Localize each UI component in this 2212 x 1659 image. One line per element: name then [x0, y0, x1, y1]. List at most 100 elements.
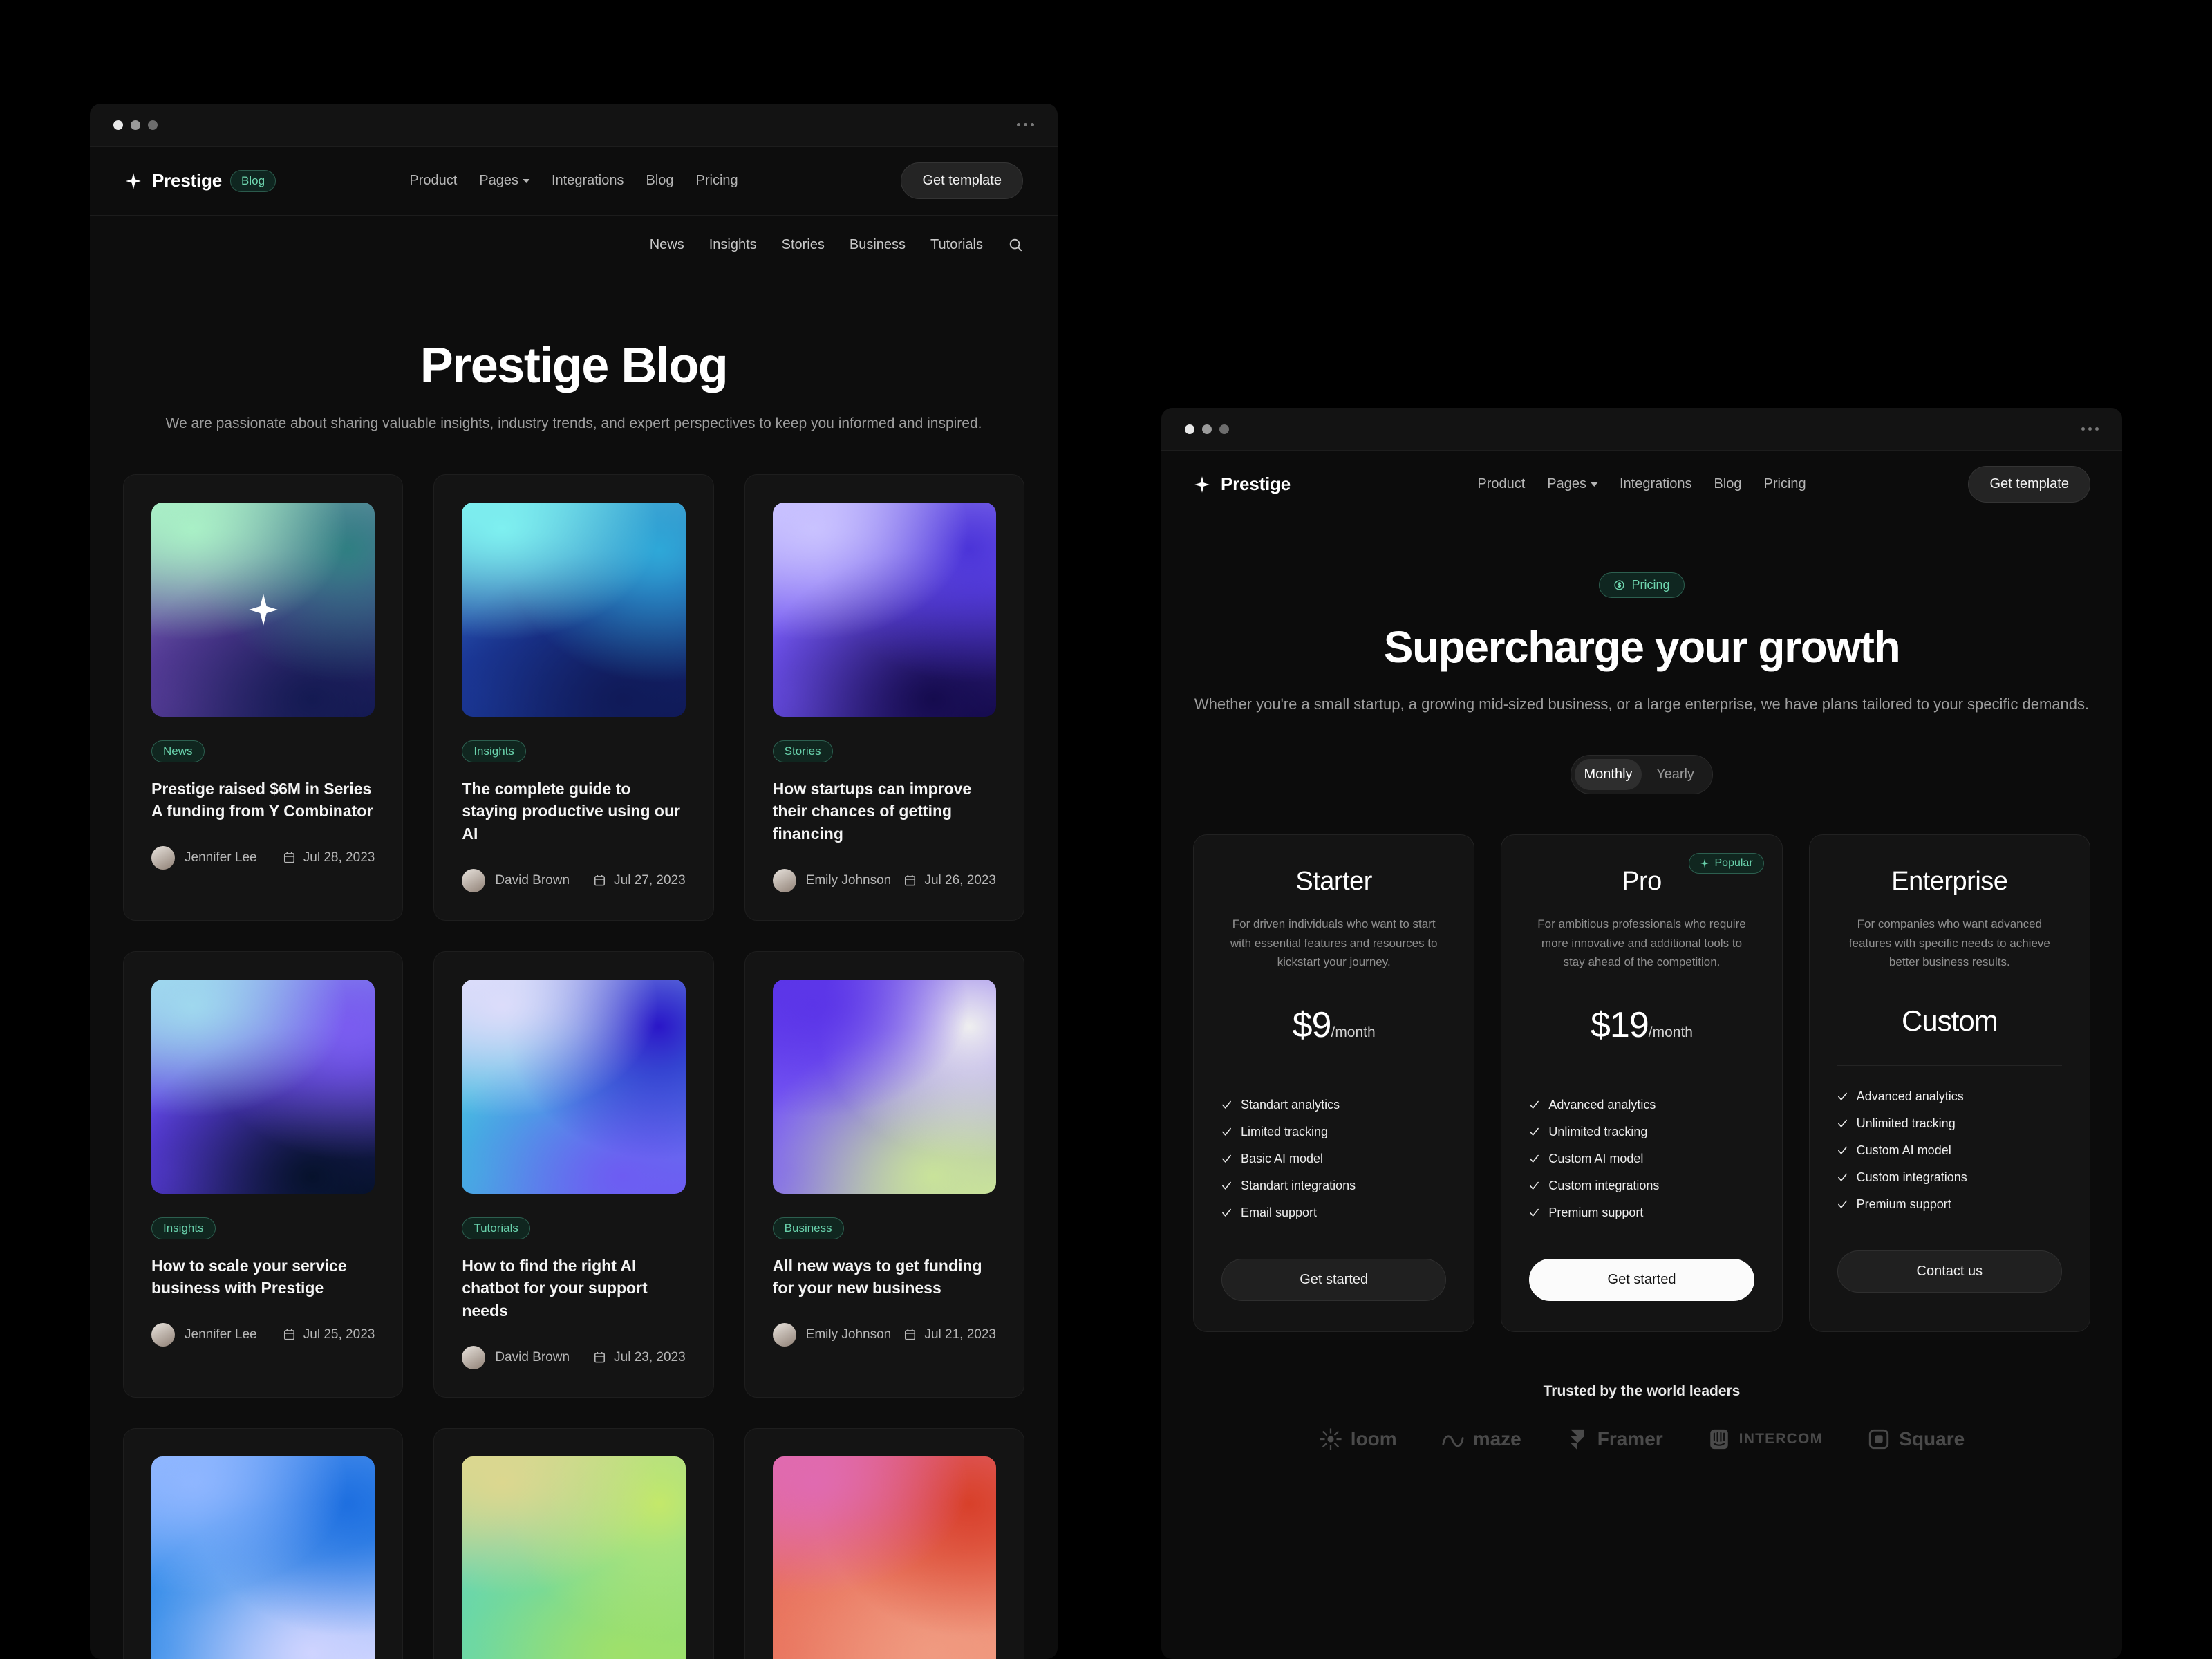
chevron-down-icon [1590, 482, 1597, 487]
check-icon [1530, 1154, 1539, 1163]
blog-site-nav: Prestige Blog Product Pages Integrations… [90, 147, 1058, 216]
plan-description: For companies who want advanced features… [1848, 917, 2050, 969]
author-name: Emily Johnson [805, 872, 892, 888]
get-template-button[interactable]: Get template [1968, 466, 2090, 503]
blog-post-card[interactable]: StoriesHook your audience on social with… [744, 1427, 1024, 1659]
maximize-dot[interactable] [1219, 424, 1229, 434]
blog-browser-window: Prestige Blog Product Pages Integrations… [90, 104, 1058, 1659]
window-controls[interactable] [1185, 424, 1229, 434]
blog-post-card[interactable]: TutorialsThe art of storytelling and why… [433, 1427, 714, 1659]
maximize-dot[interactable] [148, 120, 158, 130]
kebab-icon[interactable] [1017, 123, 1034, 126]
plan-feature-label: Limited tracking [1241, 1125, 1329, 1139]
plan-name: Starter [1295, 867, 1372, 897]
plan-cta-button[interactable]: Contact us [1837, 1250, 2062, 1293]
plan-feature-label: Standart integrations [1241, 1179, 1356, 1193]
check-icon [1530, 1127, 1539, 1136]
toggle-yearly[interactable]: Yearly [1642, 759, 1709, 790]
post-category-tag: Stories [772, 740, 833, 762]
category-stories[interactable]: Stories [782, 237, 825, 253]
minimize-dot[interactable] [1202, 424, 1212, 434]
pricing-browser-window: Prestige Product Pages Integrations Blog… [1161, 408, 2122, 1659]
check-icon [1837, 1200, 1847, 1208]
nav-product[interactable]: Product [409, 173, 457, 189]
pricing-site-nav: Prestige Product Pages Integrations Blog… [1161, 451, 2122, 518]
post-date-label: Jul 26, 2023 [924, 872, 996, 888]
minimize-dot[interactable] [131, 120, 140, 130]
post-meta: David Brown Jul 23, 2023 [462, 1345, 686, 1369]
post-date-label: Jul 23, 2023 [614, 1349, 686, 1365]
plan-cta-button[interactable]: Get started [1221, 1259, 1447, 1302]
get-template-button[interactable]: Get template [901, 162, 1023, 199]
check-icon [1530, 1208, 1539, 1217]
post-author: Jennifer Lee [151, 1322, 257, 1347]
nav-blog[interactable]: Blog [646, 173, 674, 189]
avatar [772, 1322, 796, 1347]
plan-feature-label: Unlimited tracking [1548, 1125, 1648, 1139]
plan-price: $9/month [1221, 1004, 1446, 1046]
category-business[interactable]: Business [850, 237, 906, 253]
post-date-label: Jul 28, 2023 [303, 850, 375, 865]
plan-feature-list: Advanced analytics Unlimited tracking Cust… [1529, 1098, 1754, 1220]
brand-logo[interactable]: Prestige [124, 170, 222, 191]
plan-feature-label: Basic AI model [1241, 1152, 1324, 1166]
post-author: David Brown [462, 868, 570, 892]
plan-feature-item: Unlimited tracking [1837, 1116, 2062, 1131]
nav-blog[interactable]: Blog [1714, 476, 1742, 492]
search-icon[interactable] [1008, 237, 1023, 252]
nav-integrations[interactable]: Integrations [552, 173, 624, 189]
partner-logo-label: maze [1472, 1428, 1521, 1450]
pricing-title: Supercharge your growth [1383, 622, 1901, 672]
post-title: How startups can improve their chances o… [772, 779, 972, 843]
post-meta: David Brown Jul 27, 2023 [462, 868, 686, 892]
plan-feature-list: Standart analytics Limited tracking Basic … [1221, 1098, 1446, 1220]
partner-logo-label: INTERCOM [1738, 1431, 1824, 1447]
dollar-coin-icon [1614, 580, 1625, 590]
post-title: The complete guide to staying productive… [462, 779, 680, 843]
calendar-icon [905, 875, 916, 886]
blog-post-card[interactable]: Business All new ways to get funding for … [744, 950, 1024, 1398]
page-subtitle: We are passionate about sharing valuable… [165, 415, 982, 431]
pricing-titlebar [1161, 408, 2122, 451]
plan-feature-label: Custom AI model [1548, 1152, 1644, 1166]
plan-feature-item: Custom AI model [1529, 1152, 1754, 1166]
toggle-monthly[interactable]: Monthly [1575, 759, 1642, 791]
brand-logo[interactable]: Prestige [1193, 474, 1291, 495]
category-news[interactable]: News [650, 237, 684, 253]
post-thumbnail [772, 502, 996, 717]
blog-post-card[interactable]: Tutorials How to find the right AI chatbo… [433, 950, 714, 1398]
intercom-logo-icon [1709, 1430, 1728, 1450]
post-meta: Jennifer Lee Jul 25, 2023 [151, 1322, 375, 1347]
partner-logo: Square [1867, 1427, 1965, 1451]
calendar-icon [905, 1329, 916, 1340]
popular-badge: Popular [1688, 853, 1764, 874]
main-nav-links: Product Pages Integrations Blog Pricing [409, 173, 738, 189]
close-dot[interactable] [1185, 424, 1194, 434]
blog-post-card[interactable]: News Prestige raised $6M in Series A fund… [123, 474, 404, 921]
close-dot[interactable] [113, 120, 123, 130]
nav-product[interactable]: Product [1477, 476, 1525, 492]
blog-post-card[interactable]: BusinessReimagining where teams design a… [123, 1427, 404, 1659]
category-insights[interactable]: Insights [709, 237, 757, 253]
category-tutorials[interactable]: Tutorials [930, 237, 983, 253]
post-thumbnail [151, 1456, 375, 1659]
check-icon [1222, 1100, 1231, 1109]
partner-logo-label: Square [1899, 1428, 1965, 1450]
plan-cta-button[interactable]: Get started [1529, 1259, 1754, 1302]
window-controls[interactable] [113, 120, 158, 130]
nav-integrations[interactable]: Integrations [1620, 476, 1692, 492]
post-author: David Brown [462, 1345, 570, 1369]
nav-pricing[interactable]: Pricing [696, 173, 738, 189]
post-category-tag: Insights [151, 1217, 216, 1239]
calendar-icon [283, 1329, 294, 1340]
nav-pricing[interactable]: Pricing [1764, 476, 1806, 492]
blog-post-card[interactable]: Stories How startups can improve their ch… [744, 474, 1024, 921]
kebab-icon[interactable] [2081, 427, 2099, 431]
post-thumbnail [462, 979, 686, 1194]
blog-post-card[interactable]: Insights How to scale your service busine… [123, 950, 404, 1398]
billing-period-toggle[interactable]: Monthly Yearly [1571, 755, 1713, 795]
nav-pages[interactable]: Pages [479, 173, 529, 189]
blog-post-card[interactable]: Insights The complete guide to staying pr… [433, 474, 714, 921]
nav-pages[interactable]: Pages [1547, 476, 1597, 492]
post-date: Jul 21, 2023 [903, 1327, 996, 1342]
